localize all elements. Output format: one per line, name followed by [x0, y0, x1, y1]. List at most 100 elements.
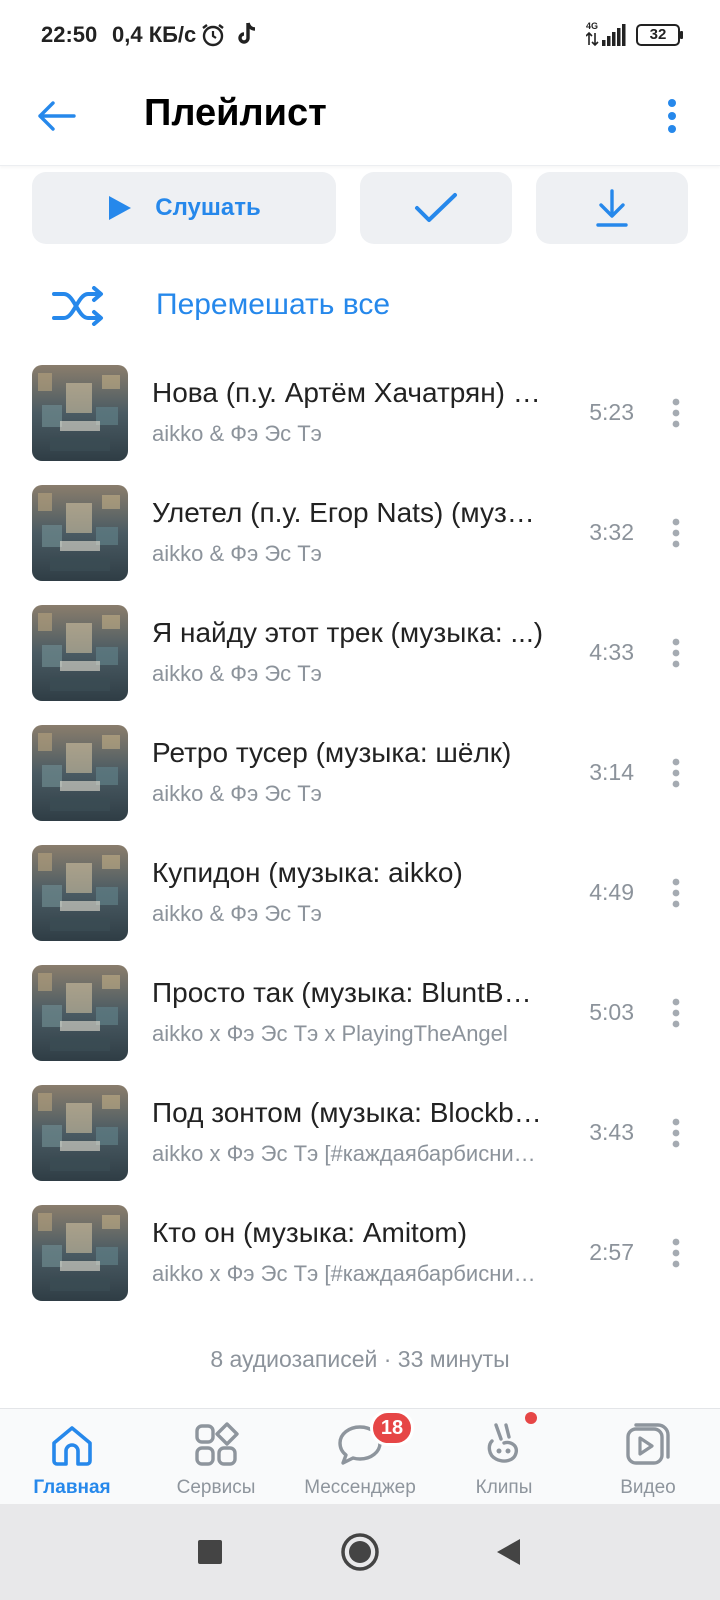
play-icon: [109, 196, 132, 220]
more-vertical-icon: [672, 638, 680, 668]
shuffle-icon: [52, 286, 103, 326]
track-more-button[interactable]: [660, 871, 692, 915]
track-artist: aikko x Фэ Эс Тэ x PlayingTheAngel: [152, 1021, 508, 1046]
track-more-button[interactable]: [660, 991, 692, 1035]
tab-services[interactable]: Сервисы: [144, 1409, 288, 1505]
track-duration: 4:49: [589, 879, 634, 905]
album-cover: [32, 1205, 128, 1301]
recents-button[interactable]: [188, 1530, 232, 1574]
tab-clips[interactable]: Клипы: [432, 1409, 576, 1505]
more-vertical-icon: [672, 758, 680, 788]
track-title: Купидон (музыка: aikko): [152, 857, 463, 888]
more-vertical-icon: [668, 99, 676, 133]
more-vertical-icon: [672, 398, 680, 428]
track-more-button[interactable]: [660, 751, 692, 795]
battery-icon: 32: [636, 24, 684, 46]
tab-video-label: Видео: [620, 1477, 676, 1498]
track-row[interactable]: Нова (п.у. Артём Хачатрян) (музыка: ...)…: [0, 365, 720, 485]
home-system-button[interactable]: [338, 1530, 382, 1574]
tab-messenger-label: Мессенджер: [304, 1477, 416, 1498]
more-button[interactable]: [652, 90, 692, 142]
clips-icon: [487, 1423, 518, 1463]
tab-clips-label: Клипы: [475, 1477, 533, 1498]
tab-home[interactable]: Главная: [0, 1409, 144, 1505]
clips-notification-dot: [525, 1412, 537, 1424]
recents-icon: [198, 1540, 222, 1564]
playlist-summary: 8 аудиозаписей · 33 минуты: [210, 1346, 510, 1372]
status-time: 22:50: [41, 22, 98, 47]
track-duration: 5:23: [589, 399, 634, 425]
track-duration: 3:32: [589, 519, 634, 545]
track-duration: 2:57: [589, 1239, 634, 1265]
track-artist: aikko & Фэ Эс Тэ: [152, 541, 322, 566]
more-vertical-icon: [672, 878, 680, 908]
listen-button[interactable]: Слушать: [32, 172, 336, 244]
battery-level: 32: [649, 26, 667, 43]
album-cover: [32, 845, 128, 941]
tab-home-label: Главная: [33, 1477, 111, 1498]
services-icon: [195, 1422, 239, 1466]
signal-icon: 4G: [586, 21, 626, 47]
track-duration: 5:03: [589, 999, 634, 1025]
track-row[interactable]: Купидон (музыка: aikko) aikko & Фэ Эс Тэ…: [0, 845, 720, 965]
app-header: Плейлист: [0, 70, 720, 166]
track-title: Нова (п.у. Артём Хачатрян) (музыка: ...): [152, 377, 544, 408]
track-duration: 4:33: [589, 639, 634, 665]
download-icon: [596, 189, 628, 227]
track-duration: 3:43: [589, 1119, 634, 1145]
page-title: Плейлист: [144, 92, 327, 134]
track-row[interactable]: Кто он (музыка: Amitom) aikko x Фэ Эс Тэ…: [0, 1205, 720, 1325]
more-vertical-icon: [672, 1238, 680, 1268]
back-button[interactable]: [30, 90, 82, 142]
tiktok-icon: [238, 22, 256, 44]
back-system-button[interactable]: [486, 1530, 530, 1574]
track-row[interactable]: Улетел (п.у. Егор Nats) (музыка: ...) ai…: [0, 485, 720, 605]
network-type: 4G: [586, 21, 598, 31]
more-vertical-icon: [672, 518, 680, 548]
download-button[interactable]: [536, 172, 688, 244]
album-cover: [32, 485, 128, 581]
track-duration: 3:14: [589, 759, 634, 785]
track-artist: aikko & Фэ Эс Тэ: [152, 421, 322, 446]
track-row[interactable]: Просто так (музыка: BluntBeats) aikko x …: [0, 965, 720, 1085]
track-artist: aikko & Фэ Эс Тэ: [152, 781, 322, 806]
listen-label: Слушать: [155, 194, 261, 221]
track-more-button[interactable]: [660, 631, 692, 675]
system-navigation-bar: [0, 1504, 720, 1600]
album-cover: [32, 965, 128, 1061]
track-title: Улетел (п.у. Егор Nats) (музыка: ...): [152, 497, 544, 528]
track-row[interactable]: Под зонтом (музыка: Blockbuster) aikko x…: [0, 1085, 720, 1205]
shuffle-all-button[interactable]: Перемешать все: [0, 270, 720, 340]
track-row[interactable]: Я найду этот трек (музыка: ...) aikko & …: [0, 605, 720, 725]
track-title: Под зонтом (музыка: Blockbuster): [152, 1097, 544, 1128]
track-more-button[interactable]: [660, 1231, 692, 1275]
back-triangle-icon: [497, 1539, 520, 1565]
track-artist: aikko & Фэ Эс Тэ: [152, 661, 322, 686]
messenger-badge: 18: [370, 1410, 414, 1446]
video-icon: [626, 1423, 670, 1465]
track-title: Кто он (музыка: Amitom): [152, 1217, 468, 1248]
track-more-button[interactable]: [660, 511, 692, 555]
shuffle-label: Перемешать все: [156, 288, 391, 321]
track-artist: aikko x Фэ Эс Тэ [#каждаябарбиснимала]: [152, 1141, 544, 1166]
status-speed: 0,4 КБ/с: [112, 22, 197, 47]
arrow-left-icon: [38, 101, 76, 131]
track-row[interactable]: Ретро тусер (музыка: шёлк) aikko & Фэ Эс…: [0, 725, 720, 845]
album-cover: [32, 1085, 128, 1181]
track-more-button[interactable]: [660, 391, 692, 435]
alarm-icon: [202, 24, 224, 47]
track-title: Я найду этот трек (музыка: ...): [152, 617, 544, 648]
home-circle-icon: [341, 1533, 379, 1571]
tab-bar: Главная Сервисы Мессенджер Клипы Видео: [0, 1408, 720, 1504]
track-more-button[interactable]: [660, 1111, 692, 1155]
track-artist: aikko & Фэ Эс Тэ: [152, 901, 322, 926]
more-vertical-icon: [672, 1118, 680, 1148]
album-cover: [32, 605, 128, 701]
tab-services-label: Сервисы: [176, 1477, 256, 1498]
added-button[interactable]: [360, 172, 512, 244]
track-artist: aikko x Фэ Эс Тэ [#каждаябарбиснимала]: [152, 1261, 544, 1286]
tab-video[interactable]: Видео: [576, 1409, 720, 1505]
album-cover: [32, 725, 128, 821]
album-cover: [32, 365, 128, 461]
more-vertical-icon: [672, 998, 680, 1028]
